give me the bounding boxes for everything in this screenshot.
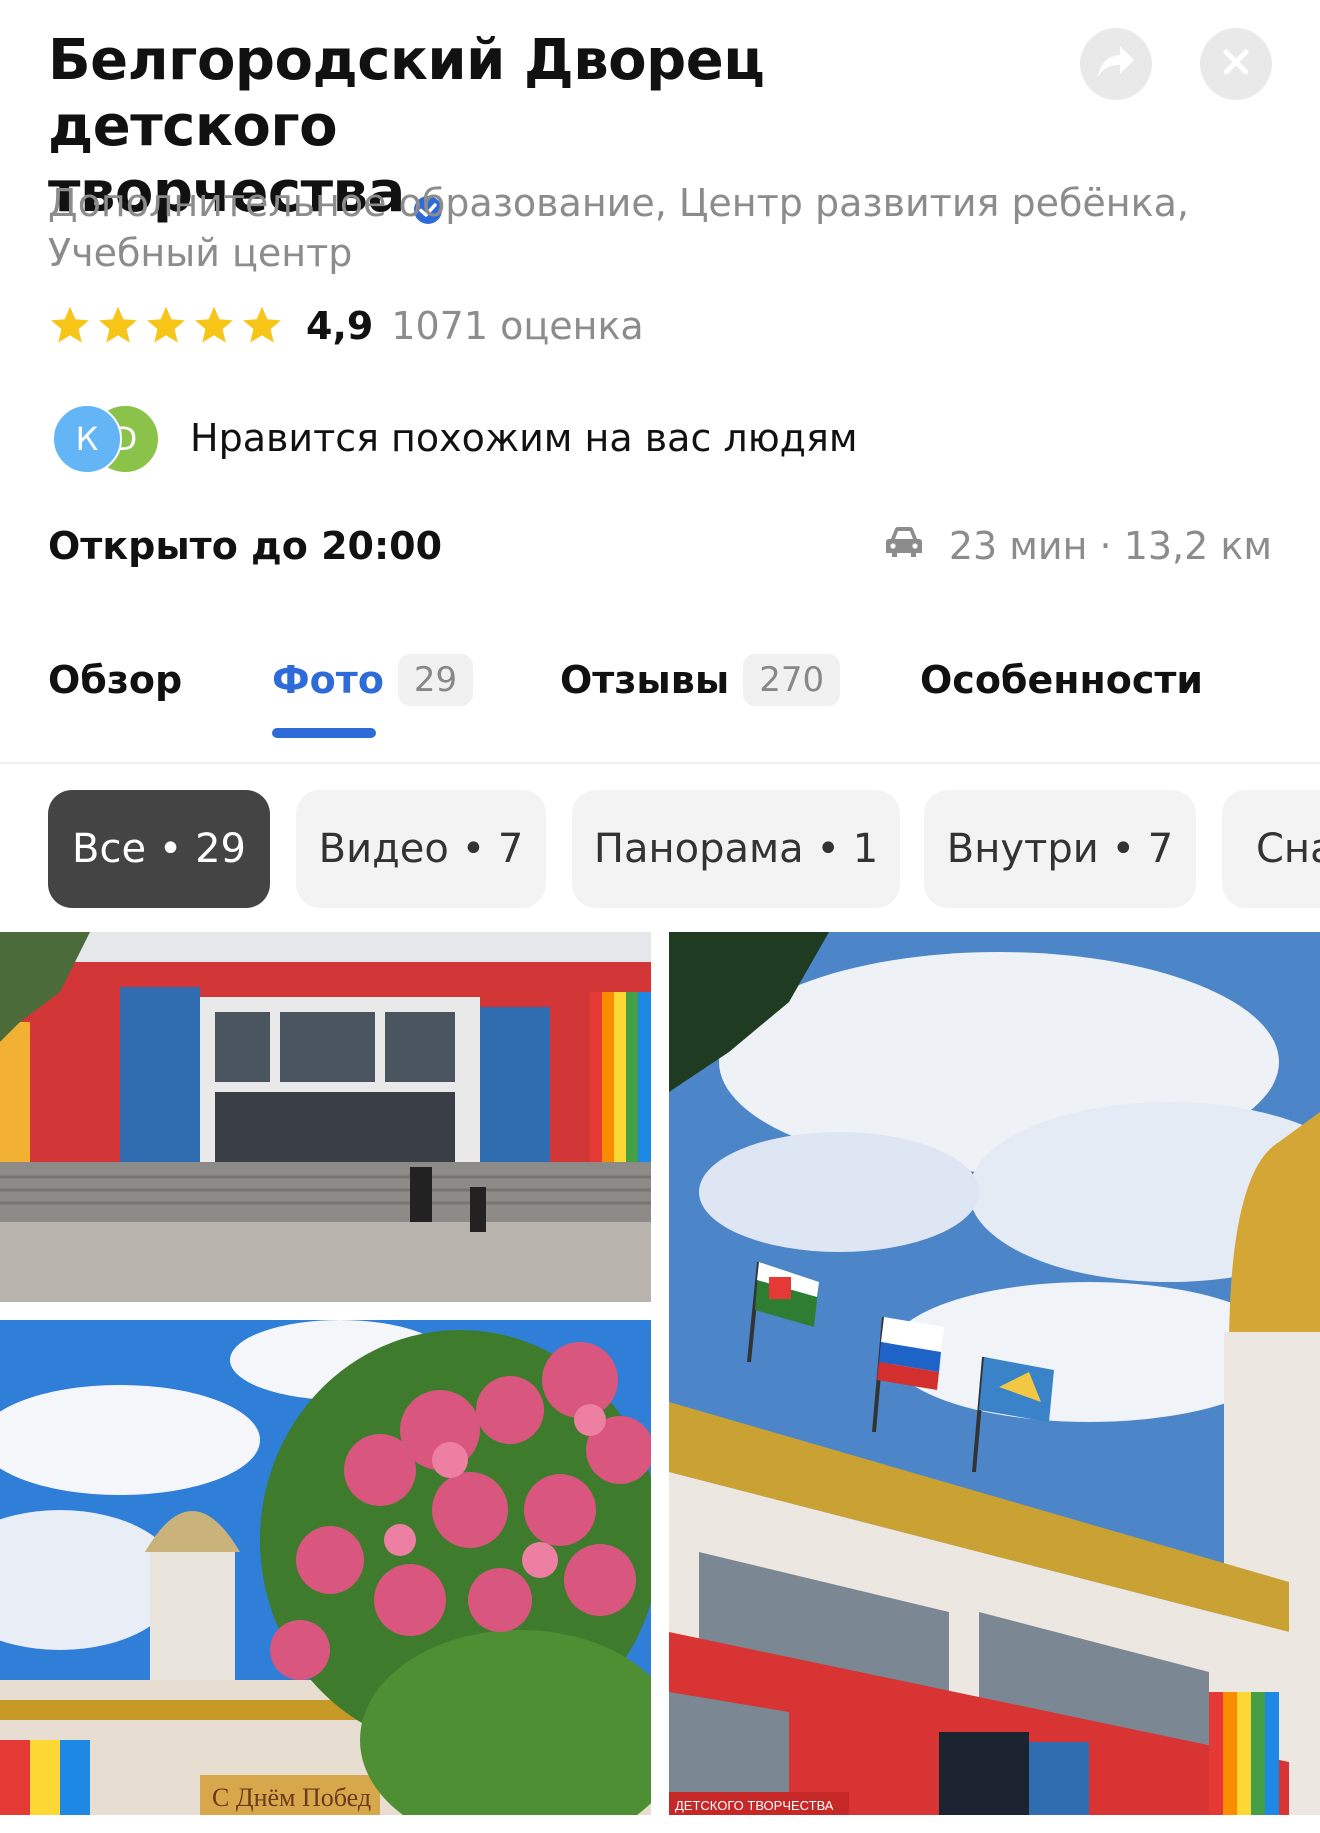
tab-bar: Обзор Фото 29 Отзывы 270 Особенности <box>0 650 1320 764</box>
place-title-line1: Белгородский Дворец детского <box>48 28 765 159</box>
rating-stars <box>48 304 284 348</box>
social-proof-text: Нравится похожим на вас людям <box>190 416 858 460</box>
close-icon <box>1222 48 1250 80</box>
car-icon <box>885 524 949 568</box>
facade-banner-text: ДЕТСКОГО ТВОРЧЕСТВА <box>675 1798 834 1813</box>
tab-overview[interactable]: Обзор <box>48 650 182 710</box>
share-button[interactable] <box>1080 28 1152 100</box>
avatar-group: D К <box>52 404 162 474</box>
tab-label: Особенности <box>920 658 1204 702</box>
tab-photos[interactable]: Фото 29 <box>272 650 474 710</box>
avatar: К <box>52 404 122 474</box>
star-icon <box>243 306 281 343</box>
avatar-letter: К <box>75 420 99 458</box>
chip-label: Внутри • 7 <box>946 826 1174 872</box>
route-text: 23 мин · 13,2 км <box>948 524 1272 568</box>
chip-outside[interactable]: Сна <box>1222 790 1320 908</box>
photo-building-entrance[interactable] <box>0 932 651 1302</box>
star-icon <box>99 306 137 343</box>
rating-count[interactable]: 1071 оценка <box>391 304 643 348</box>
chip-video[interactable]: Видео • 7 <box>296 790 546 908</box>
star-icon <box>51 306 89 343</box>
share-icon <box>1096 44 1136 84</box>
tab-label: Обзор <box>48 658 183 702</box>
tab-count-badge: 29 <box>397 654 474 706</box>
route-info[interactable]: 23 мин · 13,2 км <box>885 524 1272 568</box>
photo-filter-chips: Все • 29 Видео • 7 Панорама • 1 Внутри •… <box>48 790 1320 908</box>
star-icon <box>195 306 233 343</box>
close-button[interactable] <box>1200 28 1272 100</box>
star-icon <box>147 306 185 343</box>
tab-features[interactable]: Особенности <box>920 650 1203 710</box>
tab-count-badge: 270 <box>743 654 841 706</box>
social-proof[interactable]: D К Нравится похожим на вас людям <box>52 404 858 474</box>
active-tab-indicator <box>272 728 376 738</box>
chip-label: Панорама • 1 <box>593 826 879 872</box>
place-categories: Дополнительное образование, Центр развит… <box>48 178 1228 278</box>
chip-label: Сна <box>1256 826 1320 872</box>
categories-line2: Учебный центр <box>48 231 353 275</box>
chip-panorama[interactable]: Панорама • 1 <box>572 790 900 908</box>
chip-all[interactable]: Все • 29 <box>48 790 270 908</box>
photo-flags-facade[interactable]: ДЕТСКОГО ТВОРЧЕСТВА <box>669 932 1320 1815</box>
opening-hours[interactable]: Открыто до 20:00 <box>48 524 442 568</box>
rating-row[interactable]: 4,9 1071 оценка <box>48 298 644 354</box>
categories-line1: Дополнительное образование, Центр развит… <box>48 181 1189 225</box>
tab-label: Отзывы <box>560 658 730 702</box>
rating-value: 4,9 <box>306 304 374 348</box>
photo-flowers-tower[interactable]: С Днём Побед <box>0 1320 651 1815</box>
chip-inside[interactable]: Внутри • 7 <box>924 790 1196 908</box>
chip-label: Все • 29 <box>72 826 246 872</box>
tab-label: Фото <box>272 658 384 702</box>
tab-reviews[interactable]: Отзывы 270 <box>560 650 841 710</box>
chip-label: Видео • 7 <box>318 826 524 872</box>
banner-sign-text: С Днём Побед <box>212 1783 371 1812</box>
